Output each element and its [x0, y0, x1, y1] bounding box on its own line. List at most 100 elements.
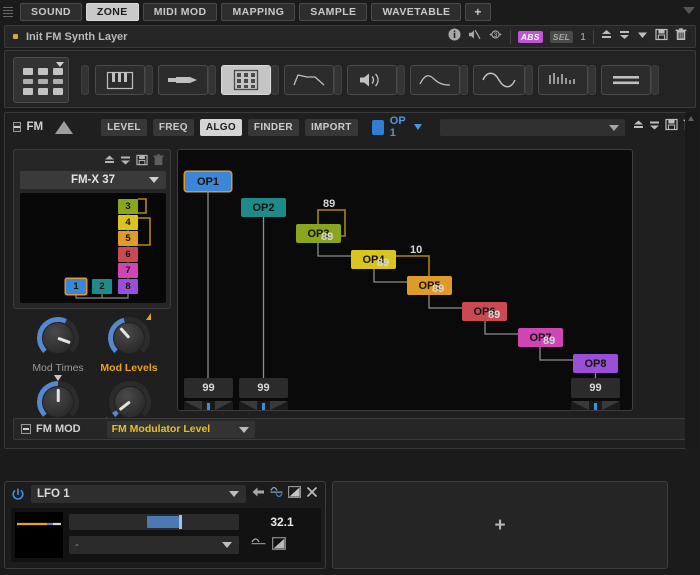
mini-operator-8[interactable]: 8 [118, 279, 138, 294]
solo-icon[interactable]: 3 [488, 28, 503, 46]
carrier-level-op1[interactable]: 99 [184, 378, 233, 398]
move-up-icon[interactable] [601, 28, 612, 46]
edge-value-op7-op8[interactable]: 89 [543, 335, 555, 347]
tab-wavetable[interactable]: WAVETABLE [371, 3, 461, 21]
edge-value-op3-op4[interactable]: 89 [321, 231, 333, 243]
operator-color-swatch[interactable] [372, 120, 384, 135]
slot-lfo-icon[interactable] [473, 65, 525, 95]
graph-operator-3[interactable]: OP3 [296, 224, 341, 243]
edge-value-op5-op6[interactable]: 89 [432, 283, 444, 295]
fm-tab-finder[interactable]: FINDER [248, 119, 299, 136]
graph-operator-1[interactable]: OP1 [185, 172, 231, 191]
save-icon[interactable] [665, 118, 678, 136]
lfo-amount-slider[interactable] [69, 514, 239, 530]
slot-filter-icon[interactable] [158, 65, 208, 95]
mini-operator-6[interactable]: 6 [118, 247, 138, 262]
mute-icon[interactable] [468, 28, 481, 46]
slot-envelope-icon[interactable] [284, 65, 334, 95]
save-icon[interactable] [136, 153, 148, 171]
pan-control-op1[interactable] [184, 401, 233, 411]
graph-operator-8[interactable]: OP8 [573, 354, 618, 373]
edge-value-op6-op7[interactable]: 89 [488, 309, 500, 321]
layer-number[interactable]: 1 [580, 31, 586, 43]
bipolar-icon[interactable] [251, 537, 266, 555]
chevron-down-icon[interactable] [229, 491, 239, 497]
caret-down-icon[interactable] [683, 7, 695, 14]
knob-dial[interactable] [108, 317, 150, 359]
chevron-down-icon[interactable] [56, 62, 64, 67]
operator-selector-label[interactable]: OP 1 [390, 115, 410, 139]
chevron-down-icon[interactable] [149, 177, 159, 183]
lfo-amount-value[interactable]: 32.1 [247, 514, 317, 530]
edge-value-op4-op5[interactable]: 89 [377, 257, 389, 269]
slider-handle[interactable] [179, 515, 182, 529]
bipolar-icon[interactable] [270, 485, 283, 503]
move-down-icon[interactable] [120, 153, 131, 171]
mini-operator-7[interactable]: 7 [118, 263, 138, 278]
pan-control-op8[interactable] [571, 401, 620, 411]
mini-operator-2[interactable]: 2 [92, 279, 112, 294]
fm-tab-level[interactable]: LEVEL [101, 119, 147, 136]
ramp-icon[interactable] [288, 485, 301, 503]
slot-keyboard-icon[interactable] [95, 65, 145, 95]
hamburger-icon[interactable] [0, 0, 16, 24]
move-down-icon[interactable] [649, 118, 660, 136]
carrier-level-op2[interactable]: 99 [239, 378, 288, 398]
chevron-down-icon[interactable] [222, 542, 232, 548]
power-icon[interactable] [11, 487, 25, 501]
lfo-waveform-thumbnail[interactable] [15, 512, 63, 558]
fm-tab-algo[interactable]: ALGO [200, 119, 242, 136]
tab-sample[interactable]: SAMPLE [299, 3, 367, 21]
collapse-toggle[interactable] [21, 424, 31, 434]
algorithm-select[interactable]: FM-X 37 [20, 171, 166, 189]
mod-slot-empty[interactable]: + [332, 481, 668, 569]
knob-dial[interactable] [37, 317, 79, 359]
knob-mod-levels[interactable]: Mod Levels [93, 317, 165, 374]
carrier-level-op8[interactable]: 99 [571, 378, 620, 398]
close-icon[interactable] [306, 485, 318, 503]
graph-operator-5[interactable]: OP5 [407, 276, 452, 295]
status-badge-sel[interactable]: SEL [550, 31, 573, 43]
slot-grid-icon[interactable] [221, 65, 271, 95]
move-down-icon[interactable] [619, 28, 630, 46]
slot-steps-icon[interactable] [538, 65, 588, 95]
mini-operator-5[interactable]: 5 [118, 231, 138, 246]
collapse-toggle[interactable] [13, 122, 21, 132]
tab-mapping[interactable]: MAPPING [221, 3, 295, 21]
algorithm-mini-graph[interactable]: 1 2 3 4 5 6 7 8 [20, 193, 166, 303]
chevron-down-icon[interactable] [609, 125, 619, 131]
fm-matrix-icon[interactable] [13, 57, 69, 103]
graph-operator-6[interactable]: OP6 [462, 302, 507, 321]
chevron-down-icon[interactable] [414, 124, 422, 130]
vertical-scrollbar[interactable] [685, 112, 698, 449]
slot-amp-icon[interactable] [347, 65, 397, 95]
trash-icon[interactable] [153, 153, 164, 171]
slot-curve-icon[interactable] [410, 65, 460, 95]
status-badge-abs[interactable]: ABS [518, 31, 543, 43]
layer-title[interactable]: Init FM Synth Layer [26, 31, 127, 43]
fm-triangle-icon[interactable] [55, 121, 73, 134]
mini-operator-1[interactable]: 1 [66, 279, 86, 294]
fm-tab-freq[interactable]: FREQ [153, 119, 194, 136]
knob-dial[interactable] [37, 381, 79, 423]
slot-list-icon[interactable] [601, 65, 651, 95]
tab-sound[interactable]: SOUND [20, 3, 82, 21]
chevron-down-icon[interactable] [239, 427, 249, 433]
caret-down-icon[interactable] [637, 28, 648, 46]
lfo-source-select[interactable]: LFO 1 [31, 485, 246, 503]
knob-dial[interactable] [109, 381, 151, 423]
pan-control-op2[interactable] [239, 401, 288, 411]
graph-operator-2[interactable]: OP2 [241, 198, 286, 217]
tab-midi-mod[interactable]: MIDI MOD [143, 3, 218, 21]
ramp-icon[interactable] [272, 537, 286, 555]
lfo-secondary-source-select[interactable]: - [69, 536, 239, 554]
edge-value-op3-feedback[interactable]: 89 [323, 198, 335, 210]
fm-mod-destination-select[interactable]: FM Modulator Level [107, 421, 255, 438]
fm-tab-import[interactable]: IMPORT [305, 119, 358, 136]
save-icon[interactable] [655, 28, 668, 46]
tab-zone[interactable]: ZONE [86, 3, 139, 21]
add-modulation-button[interactable]: + [494, 516, 505, 535]
knob-mod-times[interactable]: Mod Times [23, 317, 93, 374]
scroll-up-icon[interactable] [688, 116, 694, 121]
graph-operator-4[interactable]: OP4 [351, 250, 396, 269]
